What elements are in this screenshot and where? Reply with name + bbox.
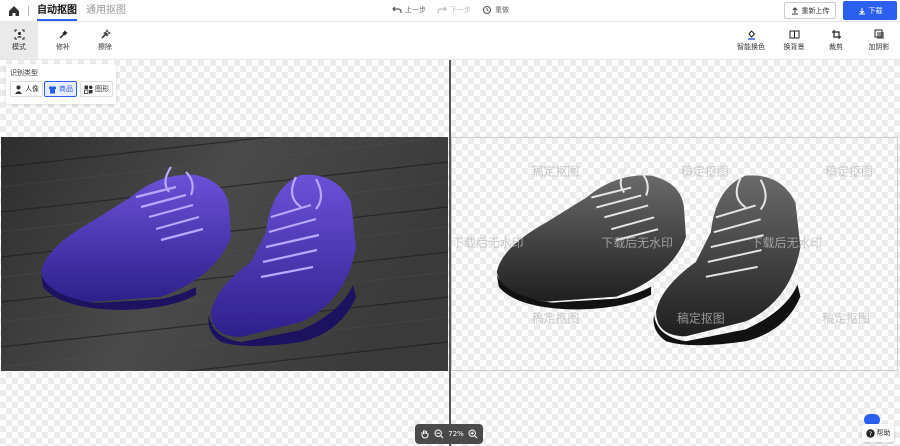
tool-bar: 模式 修补 擦除 智能换色 换背景 裁剪 加阴影 bbox=[0, 22, 900, 60]
recognition-option-product[interactable]: 商品 bbox=[44, 81, 77, 97]
recognition-type-title: 识别类型 bbox=[10, 69, 38, 77]
redo-icon bbox=[437, 6, 447, 13]
patch-label: 修补 bbox=[56, 43, 70, 51]
mode-label: 模式 bbox=[12, 43, 26, 51]
watermark-text: 稿定抠图 bbox=[677, 311, 725, 325]
shapes-icon bbox=[84, 85, 93, 94]
recolor-tool[interactable]: 智能换色 bbox=[735, 22, 767, 59]
redo-label: 下一步 bbox=[450, 6, 471, 14]
zoom-out-icon[interactable] bbox=[434, 429, 444, 439]
tab-auto-cutout[interactable]: 自动抠图 bbox=[37, 4, 77, 21]
reset-button[interactable]: 重做 bbox=[482, 5, 509, 15]
watermark-text: 稿定抠图 bbox=[532, 165, 580, 179]
reupload-label: 重新上传 bbox=[801, 6, 830, 15]
crop-tool[interactable]: 裁剪 bbox=[825, 22, 847, 59]
watermark-text: 下载后无水印 bbox=[751, 236, 823, 250]
hand-icon[interactable] bbox=[420, 429, 430, 439]
undo-button[interactable]: 上一步 bbox=[392, 5, 426, 15]
recolor-label: 智能换色 bbox=[737, 43, 765, 51]
recognition-option-label: 图形 bbox=[95, 85, 109, 93]
crop-label: 裁剪 bbox=[829, 43, 843, 51]
watermark-text: 稿定抠图 bbox=[532, 311, 580, 325]
undo-label: 上一步 bbox=[405, 6, 426, 14]
reupload-button[interactable]: 重新上传 bbox=[784, 2, 836, 19]
cutout-result-image: 稿定抠图 稿定抠图 稿定抠图 下载后无水印 下载后无水印 下载后无水印 稿定抠图… bbox=[451, 137, 898, 371]
shadow-tool[interactable]: 加阴影 bbox=[866, 22, 892, 59]
watermark-text: 下载后无水印 bbox=[601, 236, 673, 250]
mode-tool[interactable]: 模式 bbox=[0, 22, 38, 59]
help-button[interactable]: ? 帮助 bbox=[862, 424, 894, 442]
watermark-text: 稿定抠图 bbox=[681, 165, 729, 179]
recolor-icon bbox=[747, 30, 755, 40]
help-label: 帮助 bbox=[876, 429, 891, 437]
erase-label: 擦除 bbox=[98, 43, 112, 51]
undo-icon bbox=[392, 6, 402, 13]
question-icon: ? bbox=[865, 428, 875, 438]
home-icon[interactable] bbox=[7, 4, 21, 18]
recognition-option-portrait[interactable]: 人像 bbox=[10, 81, 43, 97]
download-label: 下载 bbox=[868, 6, 883, 15]
download-icon bbox=[858, 7, 865, 14]
background-tool[interactable]: 换背景 bbox=[780, 22, 808, 59]
patch-icon bbox=[59, 30, 68, 39]
shadow-icon bbox=[874, 29, 884, 39]
divider bbox=[28, 6, 29, 16]
person-icon bbox=[15, 85, 22, 94]
background-label: 换背景 bbox=[783, 43, 805, 51]
zoom-value: 72% bbox=[448, 430, 464, 438]
top-bar: 自动抠图 通用抠图 上一步 下一步 重做 重新上传 下载 bbox=[0, 0, 900, 22]
patch-tool[interactable]: 修补 bbox=[50, 22, 76, 59]
erase-icon bbox=[101, 29, 111, 39]
recognition-option-label: 人像 bbox=[25, 85, 39, 93]
shirt-icon bbox=[49, 85, 56, 93]
tab-general-cutout[interactable]: 通用抠图 bbox=[86, 4, 126, 17]
watermark-text: 稿定抠图 bbox=[822, 311, 870, 325]
watermark-text: 下载后无水印 bbox=[452, 236, 524, 250]
reset-icon bbox=[482, 5, 492, 15]
download-button[interactable]: 下载 bbox=[843, 1, 897, 20]
svg-text:?: ? bbox=[868, 430, 871, 438]
upload-icon bbox=[791, 6, 798, 14]
shadow-label: 加阴影 bbox=[868, 43, 890, 51]
mode-icon bbox=[14, 29, 24, 40]
recognition-option-graphic[interactable]: 图形 bbox=[80, 81, 113, 97]
recognition-type-panel: 识别类型 人像 商品 图形 bbox=[6, 64, 116, 104]
original-image bbox=[1, 137, 448, 371]
erase-tool[interactable]: 擦除 bbox=[92, 22, 118, 59]
background-icon bbox=[789, 30, 799, 39]
zoom-in-icon[interactable] bbox=[468, 429, 478, 439]
crop-icon bbox=[831, 30, 841, 39]
zoom-control: 72% bbox=[415, 424, 483, 444]
recognition-option-label: 商品 bbox=[59, 85, 73, 93]
reset-label: 重做 bbox=[495, 6, 509, 14]
watermark-text: 稿定抠图 bbox=[825, 165, 873, 179]
redo-button[interactable]: 下一步 bbox=[437, 5, 471, 15]
